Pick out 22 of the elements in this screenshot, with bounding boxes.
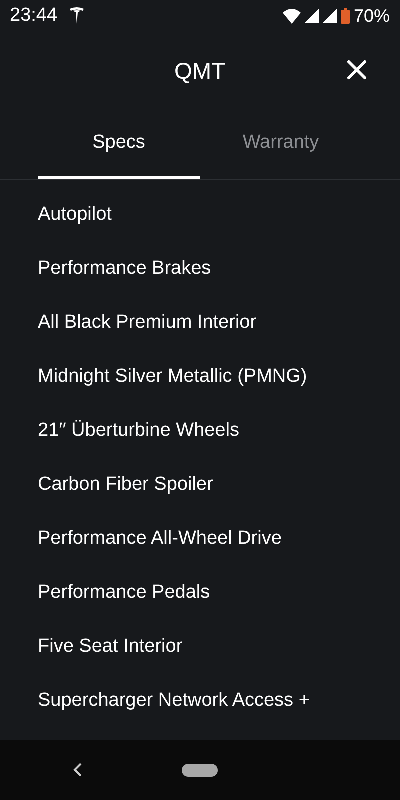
- status-time: 23:44: [10, 5, 58, 27]
- spec-item: Autopilot: [38, 204, 112, 226]
- close-icon[interactable]: [346, 59, 368, 81]
- spec-item: Performance All-Wheel Drive: [38, 528, 282, 550]
- spec-item: 21′′ Überturbine Wheels: [38, 420, 240, 442]
- battery-icon: [340, 8, 350, 24]
- home-handle[interactable]: [182, 764, 218, 776]
- wifi-icon: [282, 8, 301, 24]
- spec-item: Five Seat Interior: [38, 636, 183, 658]
- tab[interactable]: Specs: [38, 110, 200, 179]
- spec-item: Carbon Fiber Spoiler: [38, 474, 214, 496]
- spec-item: Performance Brakes: [38, 258, 212, 280]
- spec-item: Performance Pedals: [38, 582, 210, 604]
- signal-icon: [304, 9, 319, 23]
- page-title: QMT: [174, 58, 226, 84]
- spec-item: All Black Premium Interior: [38, 312, 257, 334]
- battery-percent: 70%: [354, 6, 390, 26]
- spec-item: Supercharger Network Access +: [38, 690, 310, 712]
- tab[interactable]: Warranty: [200, 110, 362, 179]
- spec-item: Midnight Silver Metallic (PMNG): [38, 366, 308, 388]
- back-icon[interactable]: [72, 761, 84, 779]
- signal-icon: [322, 9, 337, 23]
